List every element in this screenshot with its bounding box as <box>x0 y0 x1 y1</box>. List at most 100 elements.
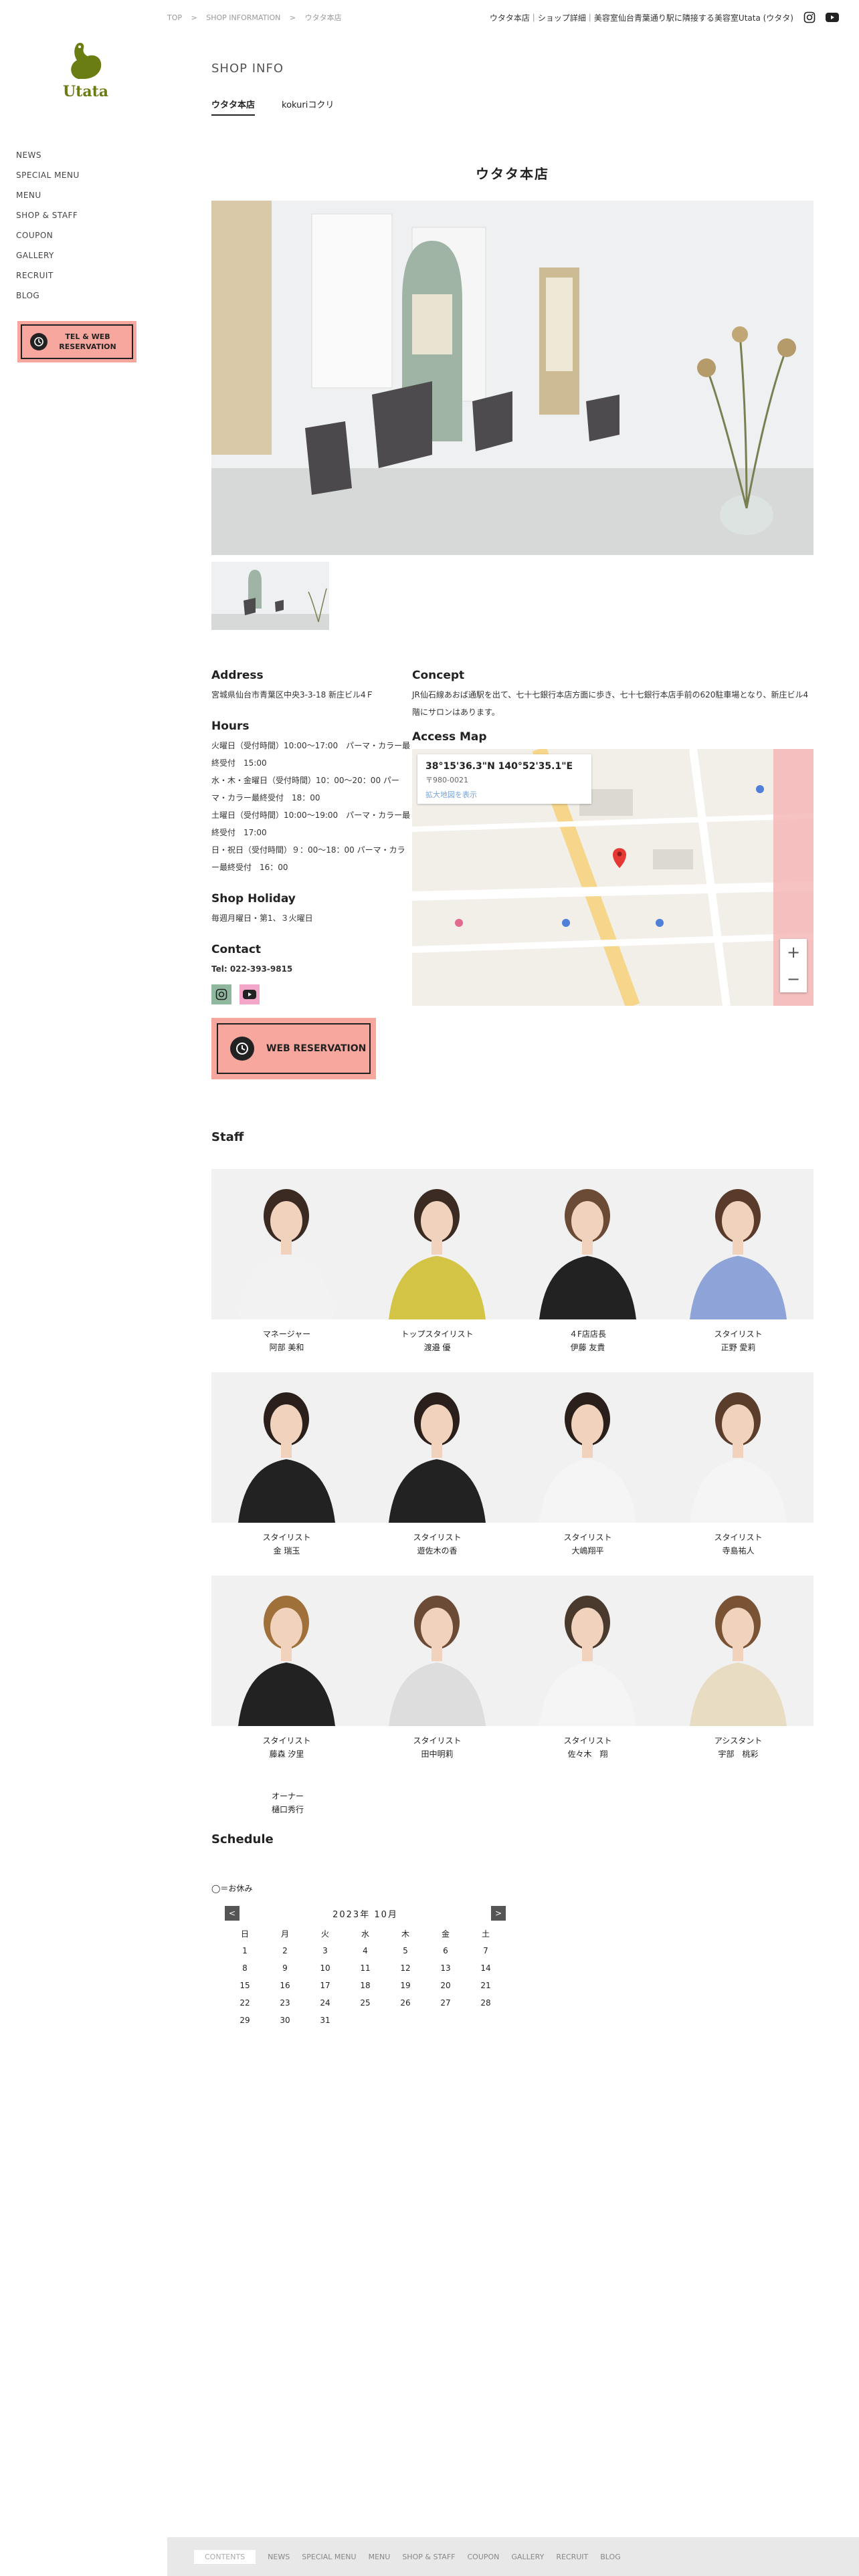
sidebar-item-shop-staff[interactable]: SHOP & STAFF <box>16 209 80 229</box>
web-reservation-button[interactable]: WEB RESERVATION <box>211 1018 376 1079</box>
clock-icon <box>230 1037 254 1061</box>
footer-item-blog[interactable]: BLOG <box>600 2553 620 2561</box>
access-map[interactable]: 38°15'36.3"N 140°52'35.1"E 〒980-0021 拡大地… <box>412 749 814 1006</box>
calendar-day[interactable]: 20 <box>425 1977 466 1994</box>
calendar-week-row: 29 30 31 <box>225 2012 506 2029</box>
calendar-day[interactable]: 21 <box>466 1977 506 1994</box>
calendar-day[interactable]: 25 <box>345 1994 385 2012</box>
footer-item-shop-staff[interactable]: SHOP & STAFF <box>402 2553 455 2561</box>
calendar-day[interactable]: 4 <box>345 1942 385 1959</box>
tel-web-reservation-button[interactable]: TEL & WEB RESERVATION <box>17 321 136 362</box>
calendar-day[interactable]: 16 <box>265 1977 305 1994</box>
footer-item-recruit[interactable]: RECRUIT <box>556 2553 588 2561</box>
calendar-day[interactable]: 15 <box>225 1977 265 1994</box>
staff-card[interactable]: スタイリスト 大嶋翔平 <box>512 1372 663 1576</box>
utata-logo[interactable]: Utata <box>59 40 112 114</box>
sidebar-item-gallery[interactable]: GALLERY <box>16 249 80 269</box>
youtube-icon[interactable] <box>240 984 260 1004</box>
footer-item-news[interactable]: NEWS <box>268 2553 290 2561</box>
sidebar-item-coupon[interactable]: COUPON <box>16 229 80 249</box>
instagram-icon[interactable] <box>803 11 816 24</box>
staff-card[interactable]: アシスタント 宇部 桃彩 <box>663 1576 814 1779</box>
staff-role: スタイリスト <box>413 1533 462 1542</box>
instagram-icon[interactable] <box>211 984 231 1004</box>
footer-item-gallery[interactable]: GALLERY <box>511 2553 544 2561</box>
schedule-legend: ◯＝お休み <box>211 1884 253 1893</box>
calendar-day[interactable]: 12 <box>385 1959 425 1977</box>
staff-heading: Staff <box>211 1130 244 1144</box>
sidebar-item-recruit[interactable]: RECRUIT <box>16 269 80 289</box>
calendar-day[interactable]: 30 <box>265 2012 305 2029</box>
staff-role: スタイリスト <box>714 1533 763 1542</box>
staff-card[interactable]: ４F店店長 伊藤 友貴 <box>512 1169 663 1372</box>
sidebar-item-menu[interactable]: MENU <box>16 189 80 209</box>
zoom-in-button[interactable]: + <box>780 939 807 966</box>
staff-card[interactable]: スタイリスト 藤森 汐里 <box>211 1576 362 1779</box>
calendar-day[interactable]: 11 <box>345 1959 385 1977</box>
calendar-day[interactable]: 9 <box>265 1959 305 1977</box>
calendar-week-row: 22 23 24 25 26 27 28 <box>225 1994 506 2012</box>
breadcrumb-top[interactable]: TOP <box>167 13 182 22</box>
calendar-day[interactable]: 18 <box>345 1977 385 1994</box>
tel-number[interactable]: Tel: 022-393-9815 <box>211 960 412 978</box>
calendar-prev-button[interactable]: < <box>225 1906 240 1921</box>
calendar-day[interactable]: 7 <box>466 1942 506 1959</box>
footer-item-coupon[interactable]: COUPON <box>467 2553 499 2561</box>
calendar-day[interactable]: 3 <box>305 1942 345 1959</box>
footer-item-special-menu[interactable]: SPECIAL MENU <box>302 2553 356 2561</box>
staff-role: スタイリスト <box>262 1533 311 1542</box>
calendar-day[interactable]: 2 <box>265 1942 305 1959</box>
header-right: ウタタ本店｜ショップ詳細｜美容室仙台青葉通り駅に隣接する美容室Utata (ウタ… <box>490 11 839 24</box>
calendar-day[interactable]: 27 <box>425 1994 466 2012</box>
hours-heading: Hours <box>211 720 250 733</box>
footer-item-menu[interactable]: MENU <box>369 2553 391 2561</box>
calendar-day[interactable]: 28 <box>466 1994 506 2012</box>
sidebar-item-news[interactable]: NEWS <box>16 148 80 169</box>
hours-saturday: 土曜日（受付時間）10:00〜19:00 パーマ・カラー最終受付 17:00 <box>211 811 411 837</box>
calendar-next-button[interactable]: > <box>490 1906 506 1921</box>
hours-tuesday: 火曜日（受付時間）10:00〜17:00 パーマ・カラー最終受付 15:00 <box>211 741 411 768</box>
address-heading: Address <box>211 669 264 682</box>
staff-photo <box>512 1372 663 1523</box>
calendar-day[interactable]: 5 <box>385 1942 425 1959</box>
calendar-day[interactable]: 13 <box>425 1959 466 1977</box>
youtube-icon[interactable] <box>826 11 839 24</box>
calendar-day[interactable]: 31 <box>305 2012 345 2029</box>
staff-card[interactable]: スタイリスト 佐々木 翔 <box>512 1576 663 1779</box>
salon-main-photo <box>211 201 814 555</box>
calendar-day[interactable]: 8 <box>225 1959 265 1977</box>
tab-utata-honten[interactable]: ウタタ本店 <box>211 98 256 116</box>
calendar-day[interactable]: 24 <box>305 1994 345 2012</box>
shop-info-left: Address 宮城県仙台市青葉区中央3-3-18 新庄ビル4Ｆ Hours 火… <box>211 669 412 1095</box>
calendar-day[interactable]: 10 <box>305 1959 345 1977</box>
header-tagline: ウタタ本店｜ショップ詳細｜美容室仙台青葉通り駅に隣接する美容室Utata (ウタ… <box>489 13 793 23</box>
salon-thumbnail[interactable] <box>211 562 329 630</box>
calendar-day[interactable]: 22 <box>225 1994 265 2012</box>
staff-card[interactable]: スタイリスト金 瑞玉 <box>211 1372 362 1576</box>
calendar-day[interactable]: 19 <box>385 1977 425 1994</box>
zoom-out-button[interactable]: − <box>780 966 807 992</box>
calendar-day[interactable]: 6 <box>425 1942 466 1959</box>
breadcrumb-shop-information[interactable]: SHOP INFORMATION <box>206 13 280 22</box>
calendar-day[interactable]: 17 <box>305 1977 345 1994</box>
shop-name-heading: ウタタ本店 <box>476 166 549 182</box>
staff-card[interactable]: トップスタイリスト 渡邉 優 <box>362 1169 512 1372</box>
sidebar-item-special-menu[interactable]: SPECIAL MENU <box>16 169 80 189</box>
calendar-day[interactable]: 23 <box>265 1994 305 2012</box>
calendar-day[interactable]: 14 <box>466 1959 506 1977</box>
staff-card[interactable]: スタイリスト 遊佐木の香 <box>362 1372 512 1576</box>
sidebar-item-blog[interactable]: BLOG <box>16 289 80 309</box>
staff-photo <box>362 1169 512 1319</box>
staff-card[interactable]: マネージャー 阿部 美和 <box>211 1169 362 1372</box>
staff-card[interactable]: スタイリスト 田中明莉 <box>362 1576 512 1779</box>
calendar-weekday: 火 <box>320 1929 329 1939</box>
address-text: 宮城県仙台市青葉区中央3-3-18 新庄ビル4Ｆ <box>211 690 374 700</box>
calendar-day[interactable]: 26 <box>385 1994 425 2012</box>
staff-card[interactable]: スタイリスト 寺島祐人 <box>663 1372 814 1576</box>
squirrel-logo-icon <box>65 40 106 80</box>
calendar-day[interactable]: 29 <box>225 2012 265 2029</box>
tab-kokuri[interactable]: kokuriコクリ <box>282 98 334 116</box>
staff-card[interactable]: スタイリスト 正野 愛莉 <box>663 1169 814 1372</box>
map-enlarge-link[interactable]: 拡大地図を表示 <box>425 789 583 800</box>
calendar-day[interactable]: 1 <box>225 1942 265 1959</box>
